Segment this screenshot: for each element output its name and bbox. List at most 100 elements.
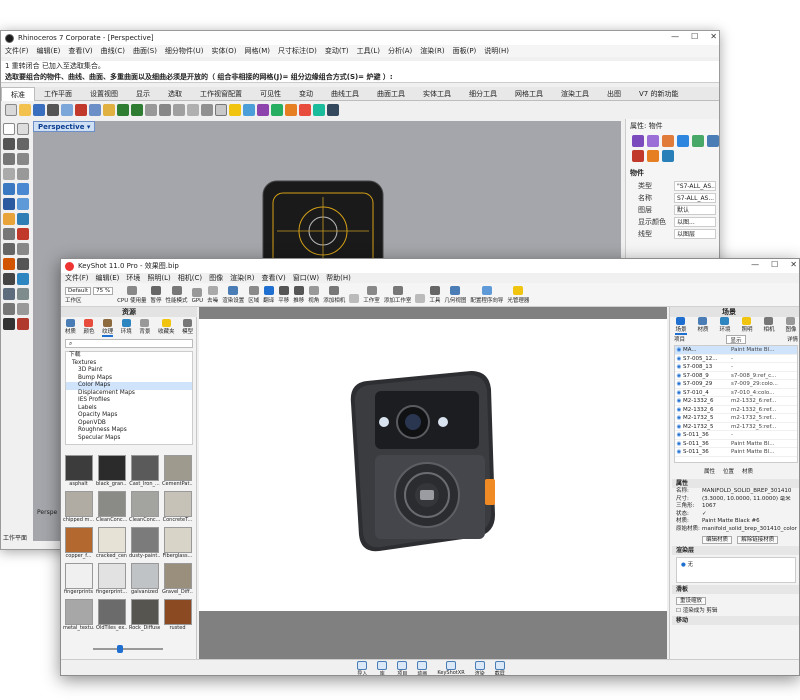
thumbnail-size-slider[interactable]	[65, 645, 193, 653]
material-icon[interactable]	[299, 104, 311, 116]
mirror-icon[interactable]	[17, 288, 29, 300]
explode-icon[interactable]	[3, 258, 15, 270]
project-button[interactable]: 项目	[397, 660, 407, 675]
tree-root[interactable]: 下载	[66, 352, 192, 360]
arc-icon[interactable]	[17, 153, 29, 165]
lib-tab-favorites[interactable]: 收藏夹	[158, 319, 175, 337]
circle-icon[interactable]	[3, 153, 15, 165]
thumb-fiberglass[interactable]: Fiberglass...	[162, 527, 193, 561]
tab-lighting[interactable]: 照明	[741, 317, 753, 335]
thumb-clean-concrete-2[interactable]: CleanConc...	[129, 491, 160, 525]
thumb-gravel[interactable]: Gravel_Diff...	[162, 563, 193, 597]
lib-tab-environments[interactable]: 环境	[121, 319, 132, 337]
tb-dolly[interactable]: 推移	[293, 286, 304, 304]
tree-item-openvdb[interactable]: OpenVDB	[66, 420, 192, 428]
menu-tools[interactable]: 工具(L)	[357, 46, 380, 56]
thumb-dusty-paint[interactable]: dusty-paint...	[129, 527, 160, 561]
tb-geometry-view[interactable]: 几何视图	[444, 286, 466, 304]
tab-viewport-layout[interactable]: 工作视窗配置	[191, 87, 251, 101]
render-props-icon[interactable]	[632, 150, 644, 162]
render-icon[interactable]	[285, 104, 297, 116]
scene-row[interactable]: ◉ M2-1332_6 m2-1332_6:ref...	[675, 406, 797, 414]
array-icon[interactable]	[3, 303, 15, 315]
scene-row[interactable]: ◉ M2-1732_5 m2-1732_5:ref...	[675, 423, 797, 431]
tb-studio[interactable]: 工作室	[363, 286, 380, 304]
lib-tab-colors[interactable]: 颜色	[83, 319, 94, 337]
section-render-layers-header[interactable]: 渲染层	[672, 546, 799, 555]
tb-add-studio[interactable]: 添加工作室	[384, 286, 411, 304]
tb-configurator[interactable]: 配置程序向导	[470, 286, 503, 304]
zoom-select[interactable]: 75 %	[93, 287, 114, 295]
trim-icon[interactable]	[17, 228, 29, 240]
tab-standard[interactable]: 标准	[1, 86, 35, 101]
menu-analyze[interactable]: 分析(A)	[388, 46, 412, 56]
tab-material[interactable]: 材质	[697, 317, 709, 335]
thumb-concrete[interactable]: ConcreteT...	[162, 491, 193, 525]
menu-subd[interactable]: 细分物件(U)	[165, 46, 204, 56]
curve-props-icon[interactable]	[677, 135, 689, 147]
tb-region[interactable]: 区域	[248, 286, 259, 304]
thumb-cast-iron[interactable]: Cast_Iron_...	[129, 455, 160, 489]
zoom-icon[interactable]	[173, 104, 185, 116]
lib-tab-backplates[interactable]: 背景	[139, 319, 150, 337]
ks-menu-render[interactable]: 渲染(R)	[230, 273, 254, 283]
copy-object-icon[interactable]	[3, 273, 15, 285]
rectangle-icon[interactable]	[3, 168, 15, 180]
menu-file[interactable]: 文件(F)	[5, 46, 29, 56]
print-icon[interactable]	[47, 104, 59, 116]
lib-tab-textures[interactable]: 纹理	[102, 319, 114, 337]
lib-tab-models[interactable]: 模型	[182, 319, 193, 337]
menu-dimension[interactable]: 尺寸标注(D)	[278, 46, 317, 56]
prop-color-value[interactable]: 以图...	[674, 217, 716, 227]
import-button[interactable]: 导入	[357, 660, 367, 675]
keyshotxr-button[interactable]: KeyShotXR	[437, 661, 465, 675]
cplane-icon[interactable]	[243, 104, 255, 116]
layer-icon[interactable]	[257, 104, 269, 116]
command-prompt[interactable]: 选取要组合的物件、曲线、曲面、多重曲面以及细曲必须是开放的（ 组合非相接的网格(…	[1, 71, 719, 83]
close-icon[interactable]: ✕	[790, 260, 797, 269]
scene-row[interactable]: ◉ S7-008_13-	[675, 363, 797, 372]
tab-transform[interactable]: 变动	[290, 87, 322, 101]
tab-environment[interactable]: 环境	[719, 317, 731, 335]
texture-props-icon[interactable]	[662, 135, 674, 147]
undo-icon[interactable]	[117, 104, 129, 116]
tb-camera-2[interactable]	[349, 294, 360, 304]
menu-mesh[interactable]: 网格(M)	[245, 46, 271, 56]
tab-scene[interactable]: 场景	[675, 317, 687, 335]
tree-item-displacement-maps[interactable]: Displacement Maps	[66, 390, 192, 398]
ks-menu-file[interactable]: 文件(F)	[65, 273, 89, 283]
paste-icon[interactable]	[103, 104, 115, 116]
save-icon[interactable]	[33, 104, 45, 116]
ks-menu-view[interactable]: 查看(V)	[261, 273, 285, 283]
menu-curve[interactable]: 曲线(C)	[101, 46, 125, 56]
thumb-fingerprints-2[interactable]: fingerprint...	[96, 563, 127, 597]
thumb-cement[interactable]: CementPat...	[162, 455, 193, 489]
thumb-cracked-ceramic[interactable]: cracked_ceram...	[96, 527, 127, 561]
scene-row[interactable]: ◉ S-011_36 Paint Matte Bl...	[675, 440, 797, 448]
line-icon[interactable]	[3, 138, 15, 150]
scene-row[interactable]: ◉ M2-1732_5 m2-1732_5:ref...	[675, 414, 797, 423]
ks-menu-environment[interactable]: 环境	[126, 273, 140, 283]
thumb-black-granite[interactable]: black_gran...	[96, 455, 127, 489]
tab-visibility[interactable]: 可见性	[251, 87, 290, 101]
select-icon[interactable]	[3, 123, 15, 135]
tree-item-ies-profiles[interactable]: IES Profiles	[66, 397, 192, 405]
prop-layer-value[interactable]: 默认	[674, 205, 716, 215]
thumb-old-tiles[interactable]: OldTiles_ex...	[96, 599, 127, 633]
render-layer-list[interactable]: ● 无	[676, 557, 796, 583]
fillet-icon[interactable]	[3, 228, 15, 240]
tab-mesh-tools[interactable]: 网格工具	[506, 87, 552, 101]
scene-row[interactable]: ◉ S7-010_4 s7-010_4:colo...	[675, 389, 797, 397]
slider-handle[interactable]	[117, 645, 123, 653]
mesh-props-icon[interactable]	[707, 135, 719, 147]
tab-image[interactable]: 图像	[785, 317, 797, 335]
options-icon[interactable]	[327, 104, 339, 116]
tree-item-labels[interactable]: Labels	[66, 405, 192, 413]
menu-view[interactable]: 查看(V)	[68, 46, 92, 56]
tab-render-tools[interactable]: 渲染工具	[552, 87, 598, 101]
minimize-icon[interactable]: —	[671, 32, 679, 41]
tb-tumble[interactable]: 翻译	[263, 286, 274, 304]
tab-new-in-v7[interactable]: V7 的新功能	[630, 87, 687, 101]
menu-render[interactable]: 渲染(R)	[420, 46, 444, 56]
scene-row[interactable]: ◉ S7-009_29 s7-009_29:colo...	[675, 380, 797, 389]
